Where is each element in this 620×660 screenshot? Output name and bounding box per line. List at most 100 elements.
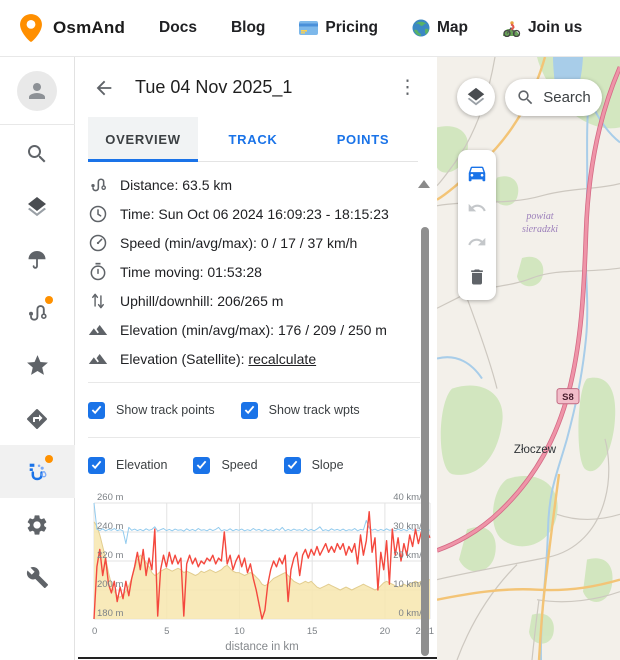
map-search-button[interactable]: Search <box>505 79 602 116</box>
svg-text:180 m: 180 m <box>97 608 123 619</box>
divider <box>88 437 420 438</box>
sidebar-item-weather[interactable] <box>0 233 75 286</box>
show-track-points-checkbox[interactable] <box>88 402 105 419</box>
recalculate-link[interactable]: recalculate <box>248 351 316 367</box>
svg-text:200 m: 200 m <box>97 579 123 590</box>
nav-blog[interactable]: Blog <box>231 19 265 37</box>
stat-time: Time: Sun Oct 06 2024 16:09:23 - 18:15:2… <box>88 199 407 228</box>
elevation-speed-slope-chart[interactable]: 260 m40 km/h240 m30 km/h220 m20 km/h200 … <box>88 493 436 639</box>
show-track-wpts-checkbox[interactable] <box>241 402 258 419</box>
delete-button[interactable] <box>462 262 492 292</box>
scrollbar-up-arrow[interactable] <box>418 180 430 188</box>
redo-button[interactable] <box>462 227 492 257</box>
elevation-checkbox[interactable] <box>88 457 105 474</box>
sidebar-item-tracks[interactable] <box>0 286 75 339</box>
nav-docs[interactable]: Docs <box>159 19 197 37</box>
stat-distance-text: Distance: 63.5 km <box>120 177 232 193</box>
elevation-label: Elevation <box>116 458 167 472</box>
stat-time-moving: Time moving: 01:53:28 <box>88 257 407 286</box>
sidebar-item-layers[interactable] <box>0 180 75 233</box>
account-avatar[interactable] <box>17 71 57 111</box>
clock-icon <box>88 204 108 224</box>
sidebar-divider <box>0 124 75 125</box>
nav-join-us[interactable]: Join us <box>502 19 582 37</box>
slope-checkbox[interactable] <box>284 457 301 474</box>
gear-icon <box>25 513 49 537</box>
map-layers-button[interactable] <box>457 78 495 116</box>
osmand-logo-icon <box>18 13 44 43</box>
toggle-show-track-points: Show track points <box>88 402 215 419</box>
svg-text:260 m: 260 m <box>97 493 123 503</box>
more-options-button[interactable]: ⋮ <box>392 76 423 99</box>
car-icon <box>466 162 488 184</box>
chart-series-toggles: Elevation Speed Slope <box>88 447 407 483</box>
sidebar-item-navigation[interactable] <box>0 392 75 445</box>
check-icon <box>287 460 298 470</box>
stat-elevation-satellite-text: Elevation (Satellite): recalculate <box>120 351 316 367</box>
trash-icon <box>467 267 487 287</box>
cloud-tracks-badge-dot <box>45 455 53 463</box>
tab-overview[interactable]: OVERVIEW <box>88 117 198 161</box>
stat-elevation-satellite-label: Elevation (Satellite): <box>120 351 248 367</box>
tab-bar: OVERVIEW TRACK POINTS <box>88 117 418 162</box>
tracks-badge-dot <box>45 296 53 304</box>
redo-icon <box>467 232 487 252</box>
map-canvas[interactable]: S8 powiat sieradzki Złoczew <box>437 57 620 660</box>
sidebar-item-cloud-tracks[interactable] <box>0 445 75 498</box>
nav-pricing[interactable]: Pricing <box>299 19 378 37</box>
check-icon <box>91 405 102 415</box>
svg-text:sieradzki: sieradzki <box>522 224 558 235</box>
navigation-profile-button[interactable] <box>462 158 492 188</box>
svg-text:5: 5 <box>164 626 169 637</box>
stat-time-text: Time: Sun Oct 06 2024 16:09:23 - 18:15:2… <box>120 206 389 222</box>
person-icon <box>25 79 49 103</box>
show-track-wpts-label: Show track wpts <box>269 403 360 417</box>
check-icon <box>196 460 207 470</box>
track-title: Tue 04 Nov 2025_1 <box>135 77 392 98</box>
speedometer-icon <box>88 233 108 253</box>
sidebar-item-search[interactable] <box>0 127 75 180</box>
stat-elevation: Elevation (min/avg/max): 176 / 209 / 250… <box>88 315 407 344</box>
svg-text:powiat: powiat <box>525 211 553 222</box>
svg-text:15: 15 <box>307 626 318 637</box>
star-icon <box>25 353 50 378</box>
nav-map[interactable]: Map <box>412 19 468 37</box>
map-view[interactable]: S8 powiat sieradzki Złoczew Search <box>437 57 620 660</box>
speed-label: Speed <box>221 458 257 472</box>
toggle-speed: Speed <box>193 457 257 474</box>
top-navbar: OsmAnd Docs Blog Pricing Map <box>0 0 620 57</box>
svg-text:220 m: 220 m <box>97 550 123 561</box>
svg-text:0: 0 <box>92 626 97 637</box>
sidebar-item-settings[interactable] <box>0 498 75 551</box>
brand[interactable]: OsmAnd <box>18 13 125 43</box>
stat-elevation-text: Elevation (min/avg/max): 176 / 209 / 250… <box>120 322 387 338</box>
speed-checkbox[interactable] <box>193 457 210 474</box>
track-chart[interactable]: 260 m40 km/h240 m30 km/h220 m20 km/h200 … <box>88 493 407 653</box>
timer-icon <box>88 262 108 282</box>
panel-content: Distance: 63.5 km Time: Sun Oct 06 2024 … <box>75 162 437 660</box>
stat-uphill-downhill: Uphill/downhill: 206/265 m <box>88 286 407 315</box>
sidebar-item-favorites[interactable] <box>0 339 75 392</box>
mountain-icon <box>88 320 108 340</box>
undo-button[interactable] <box>462 193 492 223</box>
tab-points[interactable]: POINTS <box>308 117 418 161</box>
track-display-toggles: Show track points Show track wpts <box>88 392 407 428</box>
nav-map-label: Map <box>437 19 468 37</box>
toggle-slope: Slope <box>284 457 344 474</box>
cloud-tracks-icon <box>25 459 50 484</box>
arrow-back-icon <box>93 77 115 99</box>
scrollbar-thumb[interactable] <box>421 227 429 656</box>
toggle-elevation: Elevation <box>88 457 167 474</box>
sidebar-item-tools[interactable] <box>0 551 75 604</box>
town-label: Złoczew <box>514 444 557 456</box>
divider <box>88 382 420 383</box>
stat-speed: Speed (min/avg/max): 0 / 17 / 37 km/h <box>88 228 407 257</box>
svg-text:20: 20 <box>380 626 391 637</box>
s8-badge-label: S8 <box>562 392 574 403</box>
map-edit-toolbar <box>458 150 496 300</box>
route-icon <box>25 301 49 325</box>
tab-track[interactable]: TRACK <box>198 117 308 161</box>
back-button[interactable] <box>91 75 117 101</box>
slope-label: Slope <box>312 458 344 472</box>
layers-icon <box>465 86 487 108</box>
